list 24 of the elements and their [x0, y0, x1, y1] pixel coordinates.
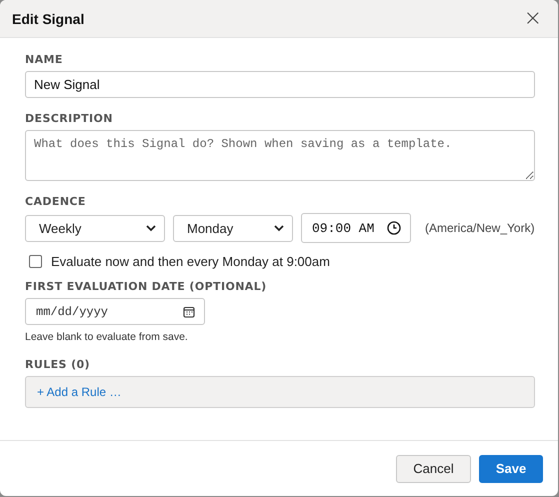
- field-label: CADENCE: [25, 195, 86, 208]
- close-button[interactable]: ×: [520, 8, 546, 30]
- field-label: NAME: [25, 53, 63, 66]
- frequency-dropdown[interactable]: Weekly: [25, 214, 165, 242]
- time-field[interactable]: 09:00 AM: [301, 213, 411, 243]
- checkbox-label: Evaluate now and then every Monday at 9:00am: [51, 254, 330, 269]
- chevron-down-icon: [274, 224, 284, 232]
- add-rule-link[interactable]: + Add a Rule …: [37, 385, 122, 399]
- day-dropdown[interactable]: Monday: [173, 214, 293, 242]
- calendar-icon: [183, 306, 195, 318]
- name-field[interactable]: New Signal: [25, 71, 535, 98]
- checkbox[interactable]: [29, 255, 42, 268]
- dialog-title: Edit Signal: [12, 10, 84, 26]
- cancel-button[interactable]: Cancel: [396, 454, 471, 482]
- field-label: DESCRIPTION: [25, 112, 113, 125]
- timezone-text: (America/New_York): [425, 221, 535, 235]
- clock-icon: [387, 221, 401, 235]
- hint-text: Leave blank to evaluate from save.: [25, 331, 188, 343]
- field-label: RULES (0): [25, 358, 90, 371]
- save-button[interactable]: Save: [479, 454, 543, 482]
- field-label: FIRST EVALUATION DATE (OPTIONAL): [25, 280, 267, 293]
- date-field[interactable]: mm/dd/yyyy: [25, 298, 205, 325]
- description-field[interactable]: What does this Signal do? Shown when saving as a template.: [25, 130, 535, 181]
- chevron-down-icon: [146, 224, 156, 232]
